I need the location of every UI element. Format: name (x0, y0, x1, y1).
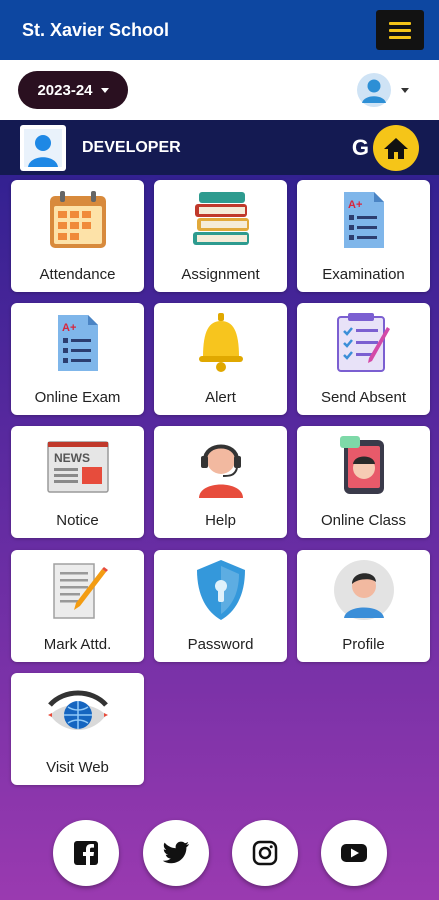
tile-label: Attendance (39, 266, 116, 283)
tile-label: Visit Web (46, 759, 109, 776)
tile-label: Alert (205, 389, 236, 406)
user-badge: G (351, 134, 369, 160)
tile-assignment[interactable]: Assignment (154, 180, 287, 292)
tile-label: Mark Attd. (43, 636, 112, 653)
facebook-button[interactable] (53, 820, 119, 886)
user-icon (24, 128, 62, 167)
svg-text:NEWS: NEWS (54, 451, 90, 465)
user-menu-button[interactable] (357, 73, 409, 107)
app-bar: St. Xavier School (0, 0, 439, 60)
menu-line (389, 28, 411, 32)
tile-label: Online Class (320, 512, 407, 529)
chevron-down-icon (401, 87, 409, 93)
tile-visit-web[interactable]: Visit Web (11, 673, 144, 785)
app-title: St. Xavier School (22, 19, 170, 40)
chevron-down-icon (100, 87, 109, 93)
user-name: DEVELOPER (82, 138, 181, 156)
calendar-icon (49, 191, 106, 248)
tile-label: Send Absent (320, 389, 407, 406)
instagram-button[interactable] (232, 820, 298, 886)
exam-paper-icon: A+ (57, 315, 98, 371)
home-button[interactable] (373, 124, 419, 171)
tile-label: Assignment (181, 266, 260, 283)
instagram-icon (252, 840, 278, 866)
tile-mark-attd[interactable]: Mark Attd. (11, 550, 144, 662)
tile-label: Online Exam (34, 389, 121, 406)
pencil-paper-icon (52, 563, 108, 619)
newspaper-icon: NEWS (46, 441, 109, 493)
tile-label: Examination (322, 266, 405, 283)
tile-password[interactable]: Password (154, 550, 287, 662)
tile-online-exam[interactable]: A+ Online Exam (11, 303, 144, 415)
tile-online-class[interactable]: Online Class (297, 426, 430, 538)
year-value: 2023-24 (37, 81, 93, 99)
youtube-icon (341, 844, 367, 862)
session-bar: 2023-24 (0, 60, 439, 120)
avatar (20, 124, 66, 171)
twitter-icon (162, 841, 189, 864)
profile-icon (333, 560, 394, 620)
tile-label: Profile (342, 636, 385, 653)
svg-text:A+: A+ (62, 322, 76, 334)
video-call-icon (339, 436, 384, 494)
tile-label: Password (187, 636, 254, 653)
twitter-button[interactable] (143, 820, 209, 886)
checklist-icon (336, 313, 390, 372)
home-icon (384, 137, 408, 159)
tile-label: Notice (56, 512, 99, 529)
hamburger-menu-button[interactable] (376, 10, 424, 50)
eye-globe-icon (47, 690, 108, 730)
tile-attendance[interactable]: Attendance (11, 180, 144, 292)
tile-profile[interactable]: Profile (297, 550, 430, 662)
menu-line (389, 21, 411, 25)
exam-paper-icon: A+ (343, 192, 384, 248)
tile-alert[interactable]: Alert (154, 303, 287, 415)
facebook-icon (74, 841, 98, 866)
youtube-button[interactable] (321, 820, 387, 886)
tile-send-absent[interactable]: Send Absent (297, 303, 430, 415)
svg-text:A+: A+ (348, 199, 362, 211)
tile-notice[interactable]: NEWS Notice (11, 426, 144, 538)
shield-lock-icon (196, 560, 245, 620)
headset-icon (198, 444, 243, 498)
dashboard-area: DEVELOPER G Attendance Assignment A+ Exa… (0, 120, 439, 900)
tile-label: Help (205, 512, 236, 529)
year-dropdown[interactable]: 2023-24 (18, 71, 128, 109)
books-icon (192, 192, 249, 245)
tile-examination[interactable]: A+ Examination (297, 180, 430, 292)
menu-line (389, 35, 411, 39)
user-header: DEVELOPER G (0, 120, 439, 175)
tile-help[interactable]: Help (154, 426, 287, 538)
bell-icon (198, 313, 243, 372)
user-icon (357, 73, 391, 107)
